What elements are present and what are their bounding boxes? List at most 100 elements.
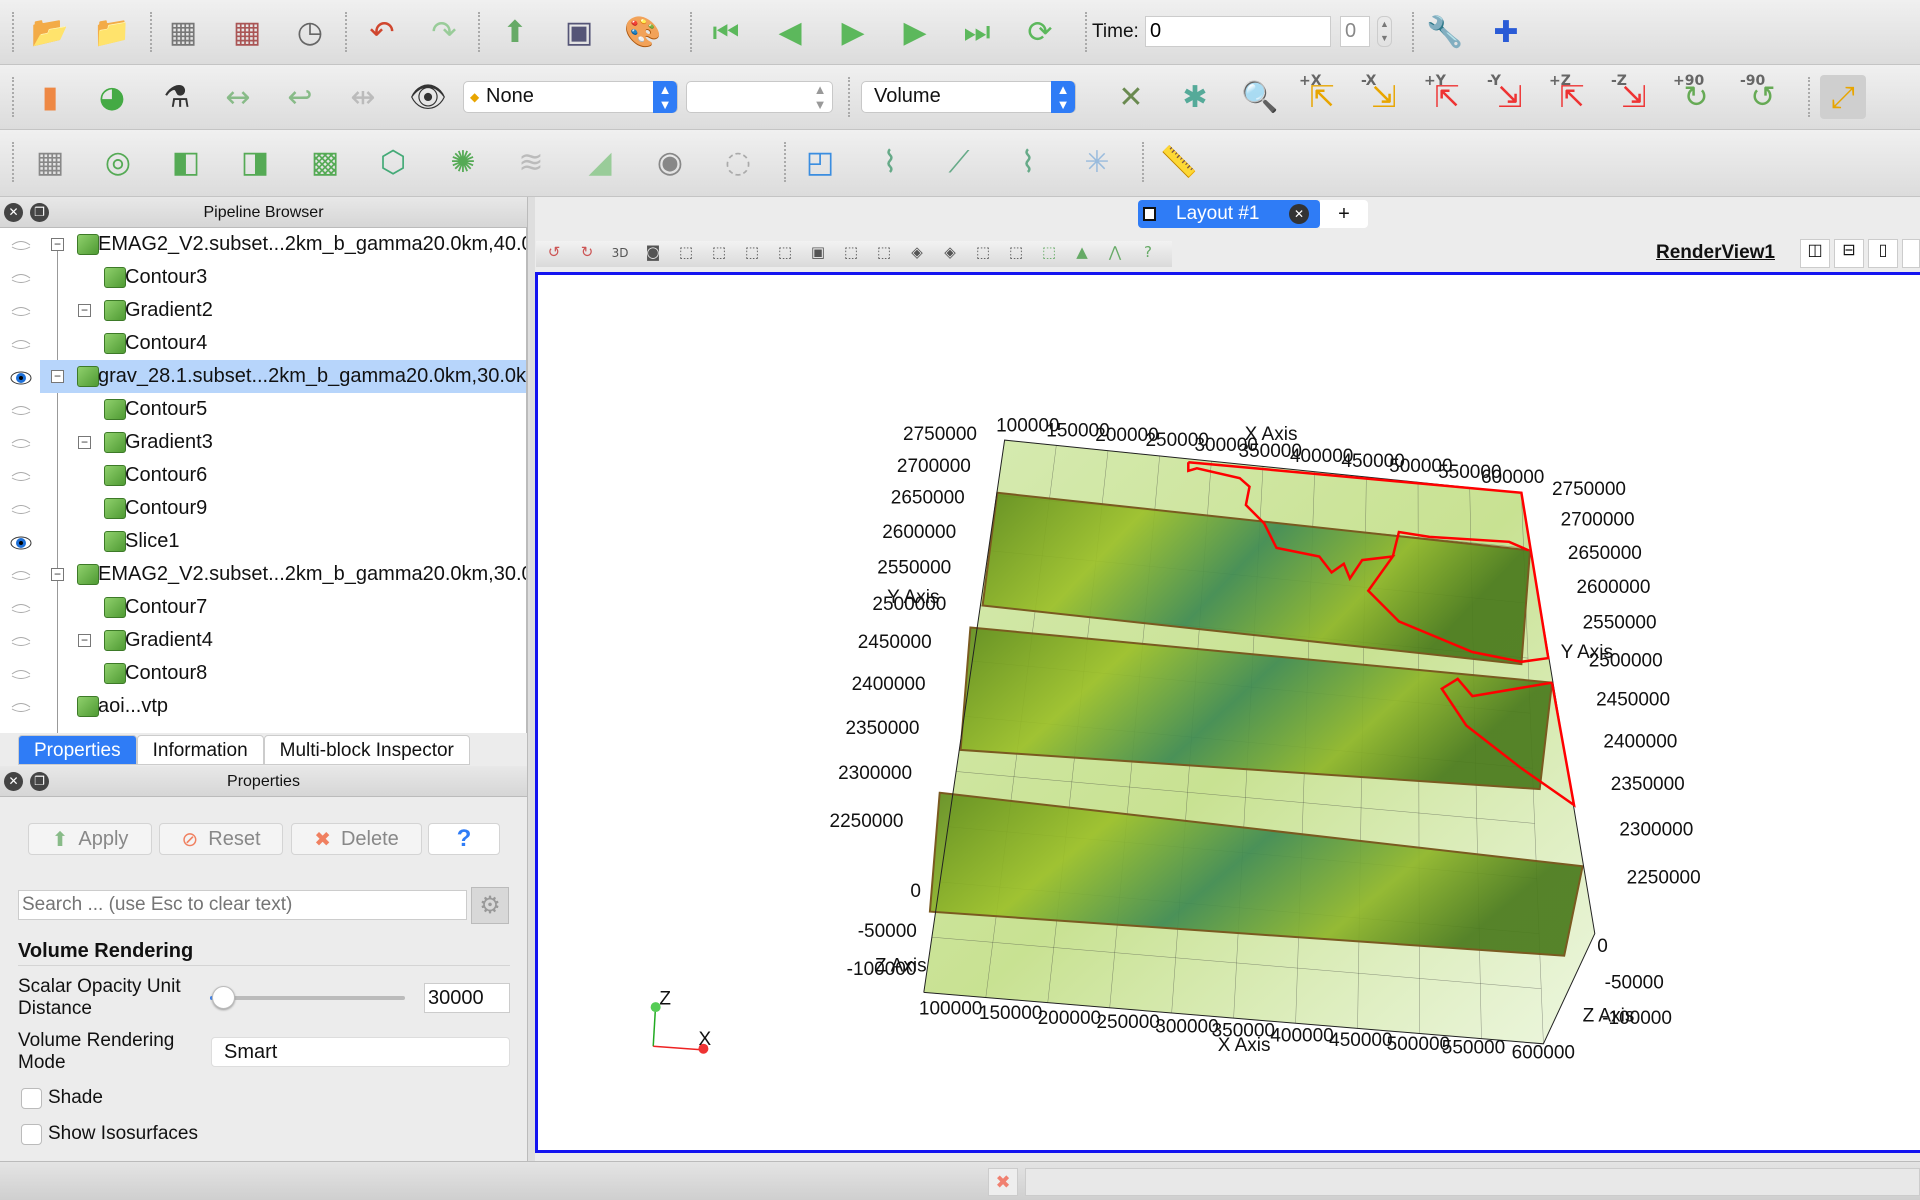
time-index-spinbox[interactable]: 0 (1340, 16, 1370, 47)
rotate-minus-90-button[interactable]: ↺ -90 (1740, 73, 1786, 119)
pipeline-item[interactable]: Slice1 (0, 525, 526, 558)
collapse-icon[interactable]: − (51, 568, 64, 581)
pick-cell-button[interactable]: ⋀ (1103, 243, 1127, 265)
disconnect-button[interactable]: ▦ (224, 10, 270, 54)
plot-over-time-button[interactable]: ⌇ (1005, 140, 1051, 184)
stream-tracer-button[interactable]: ≋ (508, 140, 554, 184)
eye-closed-icon[interactable] (10, 630, 32, 650)
threshold-button[interactable]: ▩ (302, 140, 348, 184)
hover-points-button[interactable]: ◈ (905, 243, 929, 265)
camera-orientation-button[interactable]: ⤢ (1820, 75, 1866, 119)
interactive-select-cells-button[interactable]: ⬚ (839, 243, 863, 265)
pipeline-item[interactable]: − EMAG2_V2.subset...2km_b_gamma20.0km,30.… (0, 558, 526, 591)
rendering-mode-dropdown[interactable]: Smart (211, 1037, 510, 1067)
pipeline-item[interactable]: Contour3 (0, 261, 526, 294)
undo-button[interactable]: ↶ (359, 10, 405, 54)
pipeline-item[interactable]: Contour5 (0, 393, 526, 426)
group-datasets-button[interactable]: ◉ (647, 140, 693, 184)
view-name[interactable]: RenderView1 (1656, 242, 1775, 264)
rescale-temporal-button[interactable]: ↩ (277, 75, 323, 119)
close-icon[interactable]: ✕ (4, 203, 23, 222)
render-view[interactable]: 100000 100000 150000 150000 200000 200000 2500… (535, 272, 1920, 1153)
contour-button[interactable]: ◎ (95, 140, 141, 184)
eye-closed-icon[interactable] (10, 597, 32, 617)
extract-level-button[interactable]: ◌ (715, 140, 761, 184)
open-file-button[interactable]: 📂 (27, 10, 73, 54)
ruler-button[interactable]: 📏 (1156, 140, 1202, 184)
warp-button[interactable]: ◢ (577, 140, 623, 184)
shade-checkbox[interactable] (21, 1088, 42, 1109)
close-view-button[interactable] (1902, 239, 1920, 268)
rescale-visible-button[interactable]: ⇹ (340, 75, 386, 119)
apply-button[interactable]: ⬆ Apply (28, 823, 152, 855)
eye-closed-icon[interactable] (10, 399, 32, 419)
clip-button[interactable]: ◧ (163, 140, 209, 184)
pipeline-item[interactable]: Contour4 (0, 327, 526, 360)
tab-properties[interactable]: Properties (18, 735, 137, 765)
color-legend-button[interactable]: ▮ (27, 75, 73, 119)
select-points-on-button[interactable]: ⬚ (707, 243, 731, 265)
pipeline-item[interactable]: − Gradient3 (0, 426, 526, 459)
plot-selection-button[interactable]: ⌇ (867, 140, 913, 184)
pipeline-item[interactable]: − Gradient2 (0, 294, 526, 327)
redo-button[interactable]: ↷ (421, 10, 467, 54)
eye-open-icon[interactable] (10, 531, 32, 551)
select-cells-frustum-button[interactable]: ⬚ (740, 243, 764, 265)
reset-session-button[interactable]: ↺ (542, 243, 566, 265)
eye-open-icon[interactable] (10, 366, 32, 386)
next-frame-button[interactable]: ▶ (892, 10, 938, 54)
time-input[interactable] (1145, 16, 1331, 47)
show-isosurfaces-checkbox[interactable] (21, 1124, 42, 1145)
tab-multi-block-inspector[interactable]: Multi-block Inspector (263, 735, 470, 765)
view-plus-z-button[interactable]: ⇱ +Z (1549, 73, 1595, 119)
connect-button[interactable]: ▦ (160, 10, 206, 54)
tab-information[interactable]: Information (136, 735, 264, 765)
view-minus-x-button[interactable]: ⇲ -X (1361, 73, 1407, 119)
rescale-custom-button[interactable]: ↔ (215, 75, 261, 119)
calculator-button[interactable]: ▦ (27, 140, 73, 184)
undock-icon[interactable]: ❐ (30, 203, 49, 222)
redo-camera-button[interactable]: ↻ (575, 243, 599, 265)
layout-tab[interactable]: Layout #1 ✕ (1138, 200, 1320, 228)
pipeline-item[interactable]: − Gradient4 (0, 624, 526, 657)
trash-button[interactable]: ? (1136, 243, 1160, 265)
eye-closed-icon[interactable] (10, 564, 32, 584)
color-by-dropdown[interactable]: ◆ None ▲ ▼ (463, 81, 678, 113)
collapse-icon[interactable]: − (78, 436, 91, 449)
shrink-selection-button[interactable]: ⬚ (1004, 243, 1028, 265)
glyph-button[interactable]: ✺ (440, 140, 486, 184)
view-minus-y-button[interactable]: ⇲ -Y (1487, 73, 1533, 119)
pipeline-item[interactable]: − grav_28.1.subset...2km_b_gamma20.0km,30… (10, 360, 526, 393)
opacity-distance-slider[interactable] (210, 986, 405, 1009)
python-shell-button[interactable]: ⬆ (492, 10, 538, 54)
reset-camera-button[interactable]: ✕ (1108, 75, 1154, 119)
select-points-frustum-button[interactable]: ⬚ (773, 243, 797, 265)
reset-button[interactable]: ⊘ Reset (159, 823, 283, 855)
loop-button[interactable]: ⟳ (1017, 10, 1063, 54)
collapse-icon[interactable]: − (78, 304, 91, 317)
slice-button[interactable]: ◨ (232, 140, 278, 184)
find-data-button[interactable]: ◰ (797, 140, 843, 184)
selection-button[interactable]: ▣ (556, 10, 602, 54)
slider-handle[interactable] (211, 986, 235, 1009)
pipeline-item[interactable]: aoi...vtp (0, 690, 526, 723)
select-block-button[interactable]: ▣ (806, 243, 830, 265)
render-scene[interactable]: 1000001000001500001500002000002000002500… (538, 275, 1920, 1153)
select-cells-on-button[interactable]: ⬚ (674, 243, 698, 265)
pipeline-item[interactable]: Contour8 (0, 657, 526, 690)
add-viewpoint-button[interactable]: ✚ (1483, 10, 1529, 54)
help-button[interactable]: ? (428, 823, 500, 855)
color-palette-button[interactable]: 🎨 (620, 10, 666, 54)
edit-colormap-button[interactable]: ◕ (89, 75, 135, 119)
collapse-icon[interactable]: − (78, 634, 91, 647)
opacity-distance-input[interactable]: 30000 (424, 983, 510, 1013)
split-horizontal-button[interactable]: ◫ (1800, 239, 1830, 268)
pipeline-item[interactable]: − EMAG2_V2.subset...2km_b_gamma20.0km,40.… (0, 228, 526, 261)
undock-icon[interactable]: ❐ (30, 772, 49, 791)
eye-closed-icon[interactable] (10, 432, 32, 452)
representation-dropdown[interactable]: Volume ▲ ▼ (861, 81, 1076, 113)
timer-button[interactable]: ◷ (287, 10, 333, 54)
custom-viewpoints-button[interactable]: 🔧 (1422, 10, 1468, 54)
load-state-button[interactable]: 📁 (89, 10, 135, 54)
properties-search-input[interactable] (18, 890, 467, 920)
